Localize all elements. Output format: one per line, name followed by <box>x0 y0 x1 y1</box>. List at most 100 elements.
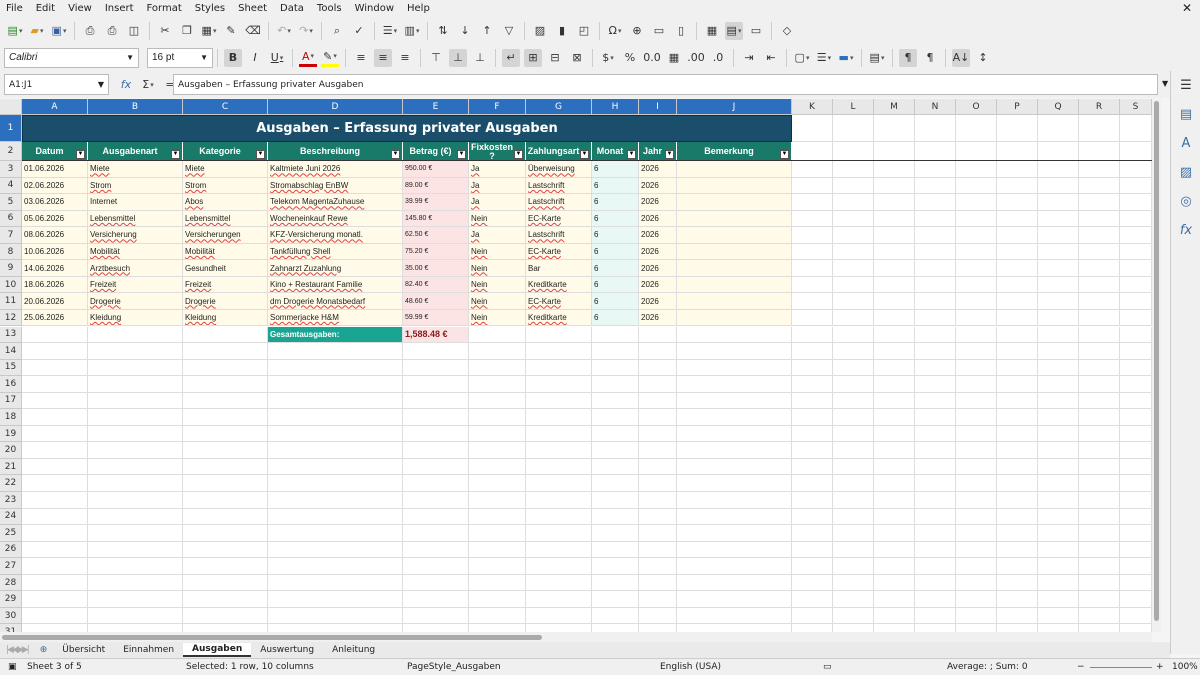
data-cell[interactable]: 6 <box>592 210 639 228</box>
cell[interactable] <box>1038 260 1079 277</box>
align-bottom-icon[interactable]: ⊥ <box>471 49 489 67</box>
column-header-B[interactable]: B <box>88 99 183 115</box>
cell[interactable] <box>792 492 833 509</box>
data-cell[interactable]: Kreditkarte <box>526 309 592 327</box>
column-header-J[interactable]: J <box>677 99 792 115</box>
cell[interactable] <box>792 293 833 310</box>
cell[interactable] <box>639 376 677 393</box>
row-header[interactable]: 26 <box>0 541 22 559</box>
filter-dropdown-icon[interactable]: ▼ <box>580 150 589 159</box>
cell[interactable] <box>997 309 1038 327</box>
cell[interactable] <box>1120 309 1152 327</box>
cell[interactable] <box>592 326 639 344</box>
filter-dropdown-icon[interactable]: ▼ <box>391 150 400 159</box>
cell[interactable] <box>526 326 592 344</box>
cell[interactable] <box>792 525 833 542</box>
cell[interactable] <box>874 210 915 228</box>
cell[interactable] <box>88 558 183 575</box>
cell[interactable] <box>1079 177 1120 195</box>
cell[interactable] <box>792 343 833 360</box>
cell[interactable] <box>792 508 833 526</box>
cell[interactable] <box>997 376 1038 393</box>
cell[interactable] <box>1038 276 1079 294</box>
cell[interactable] <box>915 541 956 559</box>
data-cell[interactable]: Überweisung <box>526 161 592 178</box>
cell[interactable] <box>997 591 1038 608</box>
cell[interactable] <box>1120 591 1152 608</box>
data-cell[interactable]: 62.50 € <box>403 227 469 244</box>
cell[interactable] <box>997 492 1038 509</box>
cell[interactable] <box>183 541 268 559</box>
rtl-icon[interactable]: ¶ <box>921 49 939 67</box>
cell[interactable] <box>677 392 792 410</box>
cell[interactable] <box>639 541 677 559</box>
cell[interactable] <box>22 376 88 393</box>
row-header[interactable]: 28 <box>0 574 22 592</box>
font-size-box[interactable]: 16 pt ▼ <box>147 47 213 68</box>
row-header[interactable]: 1 <box>0 115 22 142</box>
cell[interactable] <box>1079 442 1120 459</box>
data-cell[interactable]: 82.40 € <box>403 276 469 294</box>
cell[interactable] <box>639 475 677 492</box>
cell[interactable] <box>1038 376 1079 393</box>
define-print-area-icon[interactable]: ▦ <box>703 22 721 40</box>
cell[interactable] <box>1120 210 1152 228</box>
menu-item-window[interactable]: Window <box>355 3 394 14</box>
cell[interactable] <box>677 525 792 542</box>
delete-decimal-icon[interactable]: .0 <box>709 49 727 67</box>
cell[interactable] <box>403 558 469 575</box>
cell[interactable] <box>833 425 874 443</box>
column-header-cell[interactable]: Ausgabenart ▼ <box>88 142 183 161</box>
data-cell[interactable]: Lebensmittel <box>183 210 268 228</box>
cell[interactable] <box>833 115 874 142</box>
cell[interactable] <box>1079 624 1120 632</box>
data-cell[interactable]: Ja <box>469 227 526 244</box>
show-draw-functions-icon[interactable]: ◇ <box>778 22 796 40</box>
column-header-Q[interactable]: Q <box>1038 99 1079 115</box>
cell[interactable] <box>956 525 997 542</box>
cell[interactable] <box>956 475 997 492</box>
cell[interactable] <box>268 392 403 410</box>
column-header-N[interactable]: N <box>915 99 956 115</box>
cell[interactable] <box>22 343 88 360</box>
cell[interactable] <box>874 359 915 377</box>
data-cell[interactable]: Freizeit <box>183 276 268 294</box>
cell[interactable] <box>526 392 592 410</box>
cell[interactable] <box>792 558 833 575</box>
cell[interactable] <box>874 227 915 244</box>
header-footer-icon[interactable]: ▯ <box>672 22 690 40</box>
cell[interactable] <box>874 475 915 492</box>
cell[interactable] <box>997 558 1038 575</box>
row-header[interactable]: 6 <box>0 210 22 228</box>
cell[interactable] <box>88 326 183 344</box>
cell[interactable] <box>1079 194 1120 211</box>
cell[interactable] <box>1038 309 1079 327</box>
cell[interactable] <box>874 558 915 575</box>
cell[interactable] <box>792 574 833 592</box>
column-header-K[interactable]: K <box>792 99 833 115</box>
cell[interactable] <box>1079 142 1120 161</box>
undo-icon[interactable]: ↶ <box>275 22 293 40</box>
sort-ascending-icon[interactable]: ↓ <box>456 22 474 40</box>
cell[interactable] <box>677 326 792 344</box>
cell[interactable] <box>469 409 526 426</box>
data-cell[interactable]: Stromabschlag EnBW <box>268 177 403 195</box>
cell[interactable] <box>874 541 915 559</box>
cell[interactable] <box>833 142 874 161</box>
align-top-icon[interactable]: ⊤ <box>427 49 445 67</box>
font-name-box[interactable]: Calibri ▼ <box>4 47 139 68</box>
cell[interactable] <box>915 591 956 608</box>
cell[interactable] <box>1079 541 1120 559</box>
cell[interactable] <box>88 475 183 492</box>
data-cell[interactable]: Miete <box>183 161 268 178</box>
cell[interactable] <box>1120 142 1152 161</box>
cell[interactable] <box>268 458 403 476</box>
cell[interactable] <box>592 343 639 360</box>
cell[interactable] <box>792 442 833 459</box>
cell[interactable] <box>956 177 997 195</box>
cell[interactable] <box>639 442 677 459</box>
cell[interactable] <box>1038 177 1079 195</box>
cell[interactable] <box>88 624 183 632</box>
cell[interactable] <box>268 359 403 377</box>
data-cell[interactable]: 2026 <box>639 227 677 244</box>
